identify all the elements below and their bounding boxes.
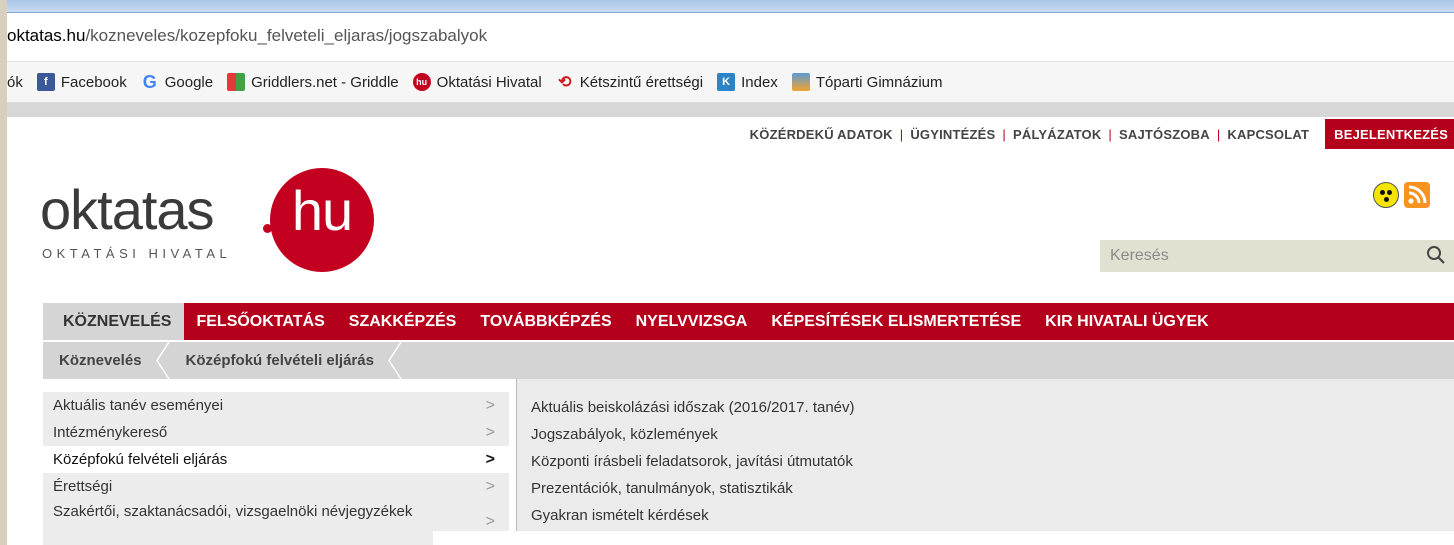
logo-text: oktatas (40, 178, 215, 241)
utility-nav: KÖZÉRDEKŰ ADATOK | ÜGYINTÉZÉS | PÁLYÁZAT… (750, 119, 1454, 149)
window-title-strip (7, 0, 1454, 13)
left-menu-label: Középfokú felvételi eljárás (53, 451, 228, 468)
chevron-right-icon: > (485, 397, 495, 414)
main-nav-kepesitesek[interactable]: KÉPESÍTÉSEK ELISMERTETÉSE (759, 303, 1033, 340)
logo-circle: hu (270, 168, 374, 272)
left-menu-item[interactable]: Aktuális tanév eseményei > (43, 392, 509, 419)
left-menu-item[interactable]: Érettségi > (43, 473, 509, 500)
left-menu-label: Érettségi (53, 478, 113, 495)
left-menu-label: Intézménykereső (53, 424, 168, 441)
breadcrumb-separator-icon (388, 342, 402, 379)
accessibility-icon[interactable] (1373, 182, 1399, 208)
logo-subtitle: OKTATÁSI HIVATAL (42, 246, 232, 261)
bookmark-oktatasi-hivatal[interactable]: hu Oktatási Hivatal (412, 73, 542, 91)
utility-nav-sajtoszoba[interactable]: SAJTÓSZOBA (1119, 127, 1210, 142)
left-menu-item-selected[interactable]: Középfokú felvételi eljárás > (43, 446, 509, 473)
left-menu-item[interactable]: Intézménykereső > (43, 419, 509, 446)
page-top-gray-bar (7, 103, 1454, 117)
main-nav: KÖZNEVELÉS FELSŐOKTATÁS SZAKKÉPZÉS TOVÁB… (43, 303, 1454, 340)
main-nav-felsooktatas[interactable]: FELSŐOKTATÁS (184, 303, 336, 340)
address-bar[interactable]: oktatas.hu/kozneveles/kozepfoku_felvetel… (7, 13, 1454, 62)
nav-separator: | (899, 126, 904, 142)
submenu-item[interactable]: Gyakran ismételt kérdések (531, 502, 855, 529)
bookmark-label: Facebook (60, 73, 127, 91)
facebook-icon: f (36, 73, 55, 91)
bookmark-ketszintu[interactable]: ⟲ Kétszintű érettségi (556, 73, 704, 92)
chevron-right-icon: > (485, 451, 495, 468)
bookmarks-bar: ók f Facebook G Google Griddlers.net - Gri… (7, 62, 1454, 103)
griddlers-icon (227, 73, 246, 91)
bookmark-label: Index (741, 73, 778, 91)
bookmark-label: Griddlers.net - Griddle (251, 73, 399, 91)
main-nav-nyelvvizsga[interactable]: NYELVVIZSGA (624, 303, 760, 340)
submenu-item[interactable]: Aktuális beiskolázási időszak (2016/2017… (531, 394, 855, 421)
url-path: /kozneveles/kozepfoku_felveteli_eljaras/… (85, 26, 488, 45)
submenu-item[interactable]: Központi írásbeli feladatsorok, javítási… (531, 448, 855, 475)
bookmark-google[interactable]: G Google (141, 71, 214, 92)
login-button[interactable]: BEJELENTKEZÉS (1325, 119, 1454, 149)
left-menu-label: Aktuális tanév eseményei (53, 397, 224, 414)
breadcrumb-separator-icon (155, 342, 170, 379)
google-icon: G (142, 71, 157, 92)
bookmark-truncated[interactable]: ók (7, 74, 23, 91)
chevron-right-icon: > (485, 424, 495, 441)
bookmark-griddlers[interactable]: Griddlers.net - Griddle (227, 73, 399, 91)
url-host: oktatas.hu (7, 26, 86, 45)
utility-nav-kapcsolat[interactable]: KAPCSOLAT (1227, 127, 1309, 142)
toparti-icon (791, 73, 810, 91)
submenu-list: Aktuális beiskolázási időszak (2016/2017… (531, 394, 855, 529)
oktatasi-hivatal-icon: hu (412, 73, 431, 91)
bookmark-label: Oktatási Hivatal (436, 73, 542, 91)
bookmark-label: Kétszintű érettségi (579, 73, 704, 91)
page-bottom-area (433, 531, 1454, 545)
ketszintu-icon: ⟲ (558, 74, 572, 91)
main-nav-kir[interactable]: KIR HIVATALI ÜGYEK (1033, 303, 1221, 340)
nav-separator: | (1002, 126, 1006, 142)
address-url[interactable]: oktatas.hu/kozneveles/kozepfoku_felvetel… (7, 26, 487, 46)
breadcrumb: Köznevelés Középfokú felvételi eljárás (43, 342, 1454, 379)
search-box (1100, 240, 1454, 272)
submenu-item[interactable]: Prezentációk, tanulmányok, statisztikák (531, 475, 855, 502)
bookmark-index[interactable]: K Index (717, 73, 778, 91)
main-nav-kozneveles[interactable]: KÖZNEVELÉS (43, 303, 185, 340)
nav-separator: | (1216, 126, 1221, 142)
chevron-right-icon: > (485, 478, 495, 495)
bookmark-facebook[interactable]: f Facebook (36, 73, 127, 91)
bookmark-label: Google (164, 73, 214, 91)
breadcrumb-kozneveles[interactable]: Köznevelés (43, 352, 156, 369)
submenu-item[interactable]: Jogszabályok, közlemények (531, 421, 855, 448)
utility-nav-kozerdeku[interactable]: KÖZÉRDEKŰ ADATOK (750, 127, 893, 142)
main-nav-szakkepzes[interactable]: SZAKKÉPZÉS (337, 303, 469, 340)
utility-nav-palyazatok[interactable]: PÁLYÁZATOK (1013, 127, 1101, 142)
bookmark-toparti[interactable]: Tóparti Gimnázium (791, 73, 943, 91)
breadcrumb-kozepfoku[interactable]: Középfokú felvételi eljárás (170, 352, 388, 369)
search-input[interactable] (1108, 246, 1412, 266)
utility-nav-ugyintezes[interactable]: ÜGYINTÉZÉS (910, 127, 995, 142)
nav-separator: | (1108, 126, 1112, 142)
bookmark-label: Tóparti Gimnázium (815, 73, 943, 91)
search-icon[interactable] (1426, 245, 1446, 270)
rss-icon[interactable] (1404, 182, 1430, 208)
main-nav-tovabbkepzes[interactable]: TOVÁBBKÉPZÉS (468, 303, 623, 340)
chevron-right-icon: > (485, 513, 495, 530)
browser-window: oktatas.hu/kozneveles/kozepfoku_felvetel… (7, 0, 1454, 545)
left-menu: Aktuális tanév eseményei > Intézménykeres… (43, 392, 509, 545)
site-logo[interactable]: oktatas hu OKTATÁSI HIVATAL (40, 168, 374, 272)
left-menu-label: Szakértői, szaktanácsadói, vizsgaelnöki … (53, 503, 413, 520)
menu-divider (516, 379, 517, 545)
index-icon: K (717, 73, 736, 91)
